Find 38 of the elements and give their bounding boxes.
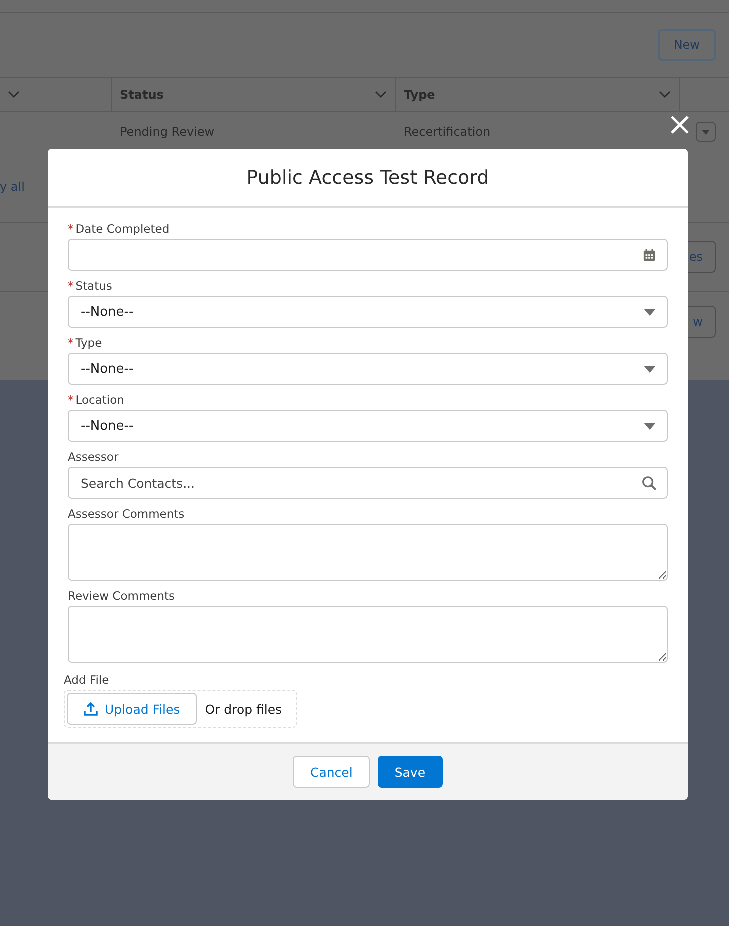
select-field[interactable]: --None-- xyxy=(68,353,668,385)
column-header: Status xyxy=(120,88,164,102)
dropdown-arrow-icon xyxy=(644,366,656,372)
cancel-button[interactable]: Cancel xyxy=(293,756,370,788)
select-field[interactable]: --None-- xyxy=(68,410,668,442)
dropdown-arrow-icon xyxy=(644,422,656,430)
field-label: Date Completed xyxy=(76,222,170,236)
field-label: Status xyxy=(76,279,112,293)
field-label: Review Comments xyxy=(68,589,176,603)
field-label: Location xyxy=(76,393,124,407)
required-asterisk: * xyxy=(68,279,74,293)
close-icon[interactable] xyxy=(670,115,690,135)
column-header: Type xyxy=(404,88,436,102)
file-drop-zone[interactable]: Upload Files Or drop files xyxy=(64,690,298,728)
field-label: Assessor Comments xyxy=(68,507,185,521)
search-icon xyxy=(642,476,657,491)
upload-icon xyxy=(84,702,98,716)
chevron-icon[interactable] xyxy=(375,90,387,98)
chevron-icon[interactable] xyxy=(659,90,671,98)
field-label: Type xyxy=(76,336,102,350)
dropdown-arrow-icon xyxy=(644,308,656,316)
table-cell: Recertification xyxy=(404,125,491,139)
calendar-icon[interactable] xyxy=(643,248,656,262)
required-asterisk: * xyxy=(68,336,74,350)
drop-files-text: Or drop files xyxy=(205,702,282,716)
field-label: Add File xyxy=(64,673,110,687)
required-asterisk: * xyxy=(68,393,74,407)
search-field[interactable]: Search Contacts... xyxy=(68,467,668,499)
chevron-icon[interactable] xyxy=(8,90,20,98)
select-field[interactable]: --None-- xyxy=(68,296,668,328)
field-label: Assessor xyxy=(68,450,119,464)
modal-title: Public Access Test Record xyxy=(246,166,490,188)
row-menu-button[interactable] xyxy=(696,122,716,142)
table-cell: Pending Review xyxy=(120,125,215,139)
upload-button[interactable]: Upload Files xyxy=(67,693,198,725)
save-button[interactable]: Save xyxy=(378,756,443,788)
caret-icon xyxy=(702,130,710,134)
required-asterisk: * xyxy=(68,222,74,236)
